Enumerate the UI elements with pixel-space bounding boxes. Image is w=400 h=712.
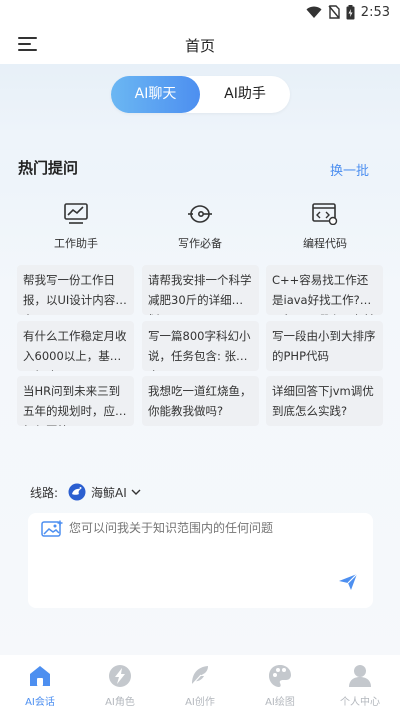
pen-tool-icon [188, 205, 212, 223]
category-label: 写作必备 [178, 237, 222, 250]
chevron-down-icon [131, 489, 141, 495]
nav-label: AI绘图 [265, 697, 295, 708]
page-title: 首页 [184, 37, 215, 55]
category-label: 编程代码 [303, 237, 347, 250]
home-icon [30, 666, 50, 686]
category-label: 工作助手 [54, 237, 98, 250]
palette-icon [269, 665, 291, 687]
category-coding[interactable]: 编程代码 [265, 203, 385, 251]
code-window-icon [312, 203, 338, 225]
chat-input-box [28, 513, 373, 608]
nav-ai-creation[interactable]: AI创作 [160, 663, 240, 708]
nav-profile[interactable]: 个人中心 [320, 663, 400, 708]
question-card[interactable]: 当HR问到未来三到五年的规划时，应该如何回答 [17, 376, 134, 426]
no-sim-icon [328, 5, 340, 19]
question-card[interactable]: 详细回答下jvm调优到底怎么实践? [266, 376, 383, 426]
send-icon[interactable] [338, 573, 358, 591]
status-time: 2:53 [360, 4, 390, 20]
tab-ai-assistant[interactable]: AI助手 [200, 76, 290, 113]
question-card[interactable]: C++容易找工作还是iava好找工作?c++和java哪个更有前途 [266, 265, 383, 315]
question-card[interactable]: 请帮我安排一个科学减肥30斤的详细计划 [142, 265, 259, 315]
nav-label: AI会话 [25, 697, 55, 708]
question-card[interactable]: 我想吃一道红烧鱼，你能教我做吗? [142, 376, 259, 426]
nav-ai-drawing[interactable]: AI绘图 [240, 663, 320, 708]
bottom-nav: AI会话 AI角色 AI创作 AI绘图 个人中心 [0, 655, 400, 712]
title-bar: 首页 [0, 24, 400, 64]
question-card[interactable]: 写一段由小到大排序的PHP代码 [266, 321, 383, 371]
battery-charging-icon [346, 4, 355, 19]
chat-input[interactable] [69, 521, 359, 535]
status-bar: 2:53 [0, 0, 400, 24]
model-select-dropdown[interactable]: 海鲸AI [68, 483, 147, 501]
mode-toggle: AI聊天 AI助手 [111, 76, 290, 113]
nav-label: AI角色 [105, 697, 135, 708]
route-label: 线路: [30, 485, 59, 500]
wifi-icon [306, 6, 322, 18]
question-card[interactable]: 有什么工作稳定月收入6000以上，基本不加班 [17, 321, 134, 371]
refresh-button[interactable]: 换一批 [330, 160, 369, 179]
lightning-icon [109, 665, 131, 687]
nav-ai-chat[interactable]: AI会话 [0, 663, 80, 708]
tab-ai-chat[interactable]: AI聊天 [111, 76, 200, 113]
nav-label: AI创作 [185, 697, 215, 708]
image-upload-icon[interactable] [41, 520, 63, 538]
user-icon [349, 665, 371, 687]
category-writing[interactable]: 写作必备 [140, 203, 260, 251]
nav-ai-roles[interactable]: AI角色 [80, 663, 160, 708]
question-card[interactable]: 写一篇800字科幻小说，任务包含: 张三李四 [142, 321, 259, 371]
whale-logo-icon [68, 483, 86, 501]
question-card[interactable]: 帮我写一份工作日报，以UI设计内容为主 [17, 265, 134, 315]
route-row: 线路: 海鲸AI [30, 483, 147, 501]
nav-label: 个人中心 [340, 697, 380, 708]
category-work-assistant[interactable]: 工作助手 [16, 203, 136, 251]
chart-monitor-icon [64, 203, 88, 224]
hot-questions-title: 热门提问 [18, 159, 79, 177]
feather-icon [190, 666, 208, 687]
model-name: 海鲸AI [91, 485, 127, 500]
